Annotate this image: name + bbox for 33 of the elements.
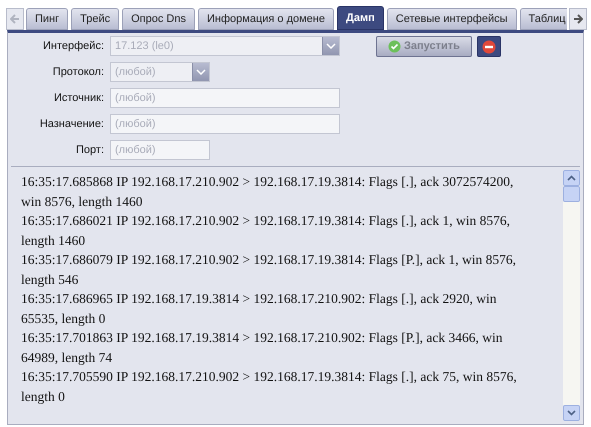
input-field[interactable]: (любой) bbox=[110, 114, 340, 134]
field-label: Источник: bbox=[52, 90, 105, 106]
check-icon bbox=[388, 40, 402, 53]
stop-button[interactable] bbox=[477, 36, 501, 57]
log-line: 16:35:17.685868 IP 192.168.17.210.902 > 192.168.17.19.3814: Flags [.], ack 3072574200, win 8576, length 1460 bbox=[21, 173, 514, 211]
log-line: 16:35:17.701863 IP 192.168.17.19.3814 > 192.168.17.210.902: Flags [P.], ack 3466, win 64989, length 74 bbox=[21, 329, 504, 367]
tab[interactable]: Таблиц bbox=[520, 8, 567, 30]
right-arrow-icon bbox=[573, 14, 583, 24]
tab[interactable]: Трейс bbox=[71, 8, 120, 30]
log-line: 16:35:17.686965 IP 192.168.17.19.3814 > 192.168.17.210.902: Flags [.], ack 2920, win 65535, length 0 bbox=[21, 290, 498, 328]
log-line: 16:35:17.686021 IP 192.168.17.210.902 > 192.168.17.19.3814: Flags [.], ack 1, win 8576, length 1460 bbox=[21, 212, 511, 250]
input-field[interactable]: (любой) bbox=[110, 88, 340, 108]
scroll-thumb[interactable] bbox=[563, 186, 580, 202]
tab[interactable]: Опрос Dns bbox=[122, 8, 195, 30]
dropdown-button[interactable] bbox=[322, 37, 339, 55]
tab[interactable]: Дамп bbox=[337, 6, 384, 30]
field-label: Протокол: bbox=[52, 64, 105, 80]
field-label: Интерфейс: bbox=[42, 38, 105, 54]
tab[interactable]: Пинг bbox=[26, 8, 68, 30]
log-line: 16:35:17.705590 IP 192.168.17.210.902 > 192.168.17.19.3814: Flags [.], ack 75, win 8576, length 0 bbox=[21, 368, 518, 406]
input-field[interactable]: (любой) bbox=[110, 140, 210, 160]
left-arrow-icon bbox=[10, 14, 20, 24]
caret-icon bbox=[196, 69, 206, 75]
log-line: 16:35:17.686079 IP 192.168.17.210.902 > 192.168.17.19.3814: Flags [P.], ack 1, win 8576, length 546 bbox=[21, 251, 517, 289]
field-label: Назначение: bbox=[38, 116, 105, 132]
scrollbar[interactable] bbox=[563, 170, 580, 421]
tab[interactable]: Информация о домене bbox=[198, 8, 334, 30]
scroll-right-button[interactable] bbox=[569, 8, 587, 30]
dropdown-button[interactable] bbox=[192, 63, 209, 81]
stop-icon bbox=[482, 40, 496, 54]
caret-icon bbox=[326, 43, 336, 49]
field-label: Порт: bbox=[75, 142, 105, 158]
tab[interactable]: Сетевые интерфейсы bbox=[386, 8, 516, 30]
